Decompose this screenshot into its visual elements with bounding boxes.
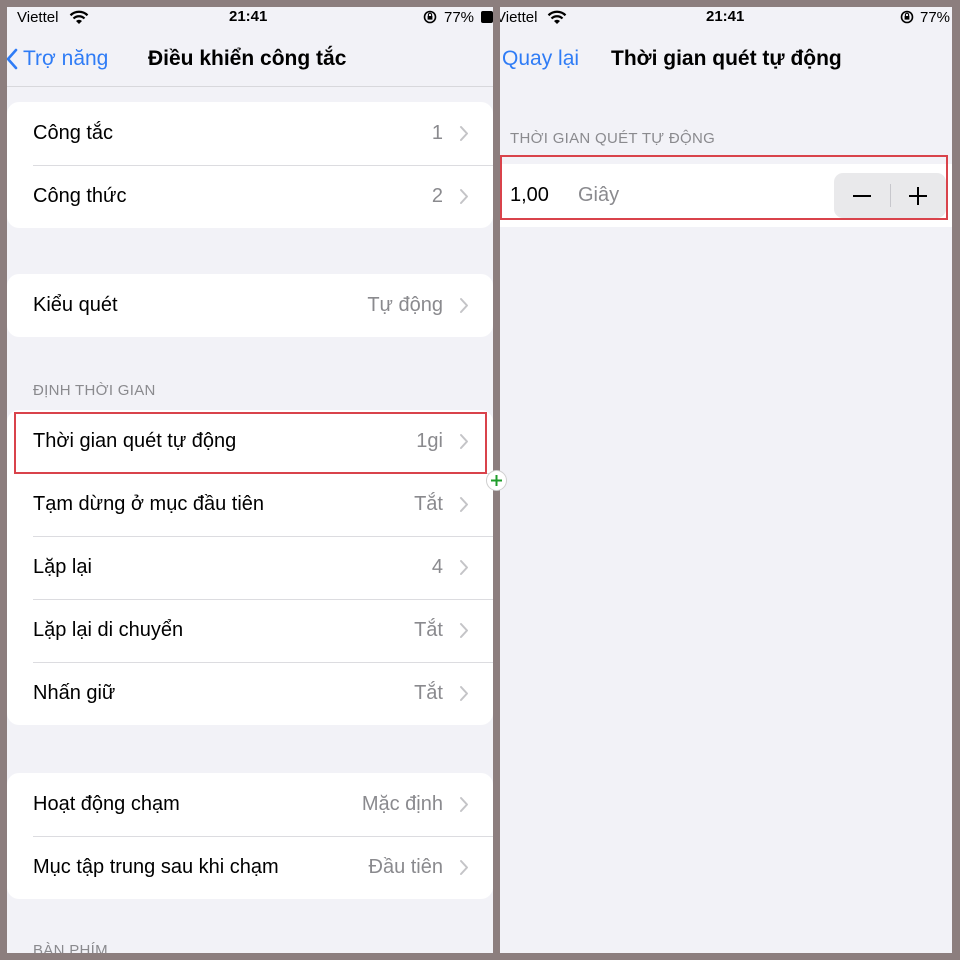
row-switches[interactable]: Công tắc 1 <box>7 102 493 165</box>
row-label: Lặp lại <box>33 556 92 578</box>
chevron-right-icon <box>460 560 468 575</box>
wifi-icon <box>69 10 89 24</box>
row-value: Mặc định <box>361 793 443 815</box>
highlight-box <box>500 155 948 220</box>
row-loops[interactable]: Lặp lại 4 <box>7 536 493 599</box>
row-focused-item-after-tap[interactable]: Mục tập trung sau khi chạm Đầu tiên <box>7 836 493 899</box>
nav-divider <box>7 86 493 87</box>
chevron-right-icon <box>460 189 468 204</box>
page-title: Thời gian quét tự động <box>611 47 842 70</box>
chevron-right-icon <box>460 298 468 313</box>
battery-icon <box>481 11 493 23</box>
settings-group-scanning-style: Kiểu quét Tự động <box>7 274 493 337</box>
row-label: Mục tập trung sau khi chạm <box>33 856 279 878</box>
row-label: Tạm dừng ở mục đầu tiên <box>33 493 265 515</box>
left-screen: Viettel 21:41 77% Trợ năng Điều khiển cô… <box>7 7 493 953</box>
row-label: Công thức <box>33 185 127 207</box>
row-value: Tự động <box>367 294 443 316</box>
row-value: Tắt <box>414 682 443 704</box>
page-title: Điều khiển công tắc <box>148 47 347 70</box>
back-button[interactable]: Trợ năng <box>7 47 108 71</box>
clock: 21:41 <box>706 8 745 25</box>
row-label: Hoạt động chạm <box>33 793 180 815</box>
row-label: Kiểu quét <box>33 294 118 316</box>
clock: 21:41 <box>229 8 268 25</box>
row-value: 4 <box>431 556 443 578</box>
chevron-left-icon <box>7 48 18 70</box>
split-plus-icon <box>486 470 507 491</box>
row-label: Công tắc <box>33 122 114 144</box>
section-header-timing: ĐỊNH THỜI GIAN <box>33 382 156 399</box>
row-value: 2 <box>431 185 443 207</box>
row-value: Đầu tiên <box>368 856 444 878</box>
row-move-repeat[interactable]: Lặp lại di chuyển Tắt <box>7 599 493 662</box>
row-tap-behavior[interactable]: Hoạt động chạm Mặc định <box>7 773 493 836</box>
chevron-right-icon <box>460 797 468 812</box>
back-label: Trợ năng <box>23 47 109 70</box>
section-header-keyboard: BÀN PHÍM <box>33 942 108 953</box>
row-label: Lặp lại di chuyển <box>33 619 184 641</box>
chevron-right-icon <box>460 497 468 512</box>
chevron-right-icon <box>460 623 468 638</box>
settings-group-switches: Công tắc 1 Công thức 2 <box>7 102 493 228</box>
status-bar: Viettel 21:41 77% <box>7 7 493 29</box>
chevron-right-icon <box>460 860 468 875</box>
row-pause-on-first-item[interactable]: Tạm dừng ở mục đầu tiên Tắt <box>7 473 493 536</box>
rotation-lock-icon <box>900 10 914 24</box>
chevron-right-icon <box>460 126 468 141</box>
chevron-right-icon <box>460 686 468 701</box>
row-value: Tắt <box>414 493 443 515</box>
nav-bar: Trợ năng Điều khiển công tắc <box>7 37 493 81</box>
row-label: Nhấn giữ <box>33 682 116 704</box>
section-header-auto-scanning-time: THỜI GIAN QUÉT TỰ ĐỘNG <box>510 130 716 147</box>
row-value: 1 <box>431 122 443 144</box>
battery-percent: 77% <box>920 9 951 26</box>
back-button[interactable]: Quay lại <box>502 47 579 71</box>
row-recipes[interactable]: Công thức 2 <box>7 165 493 228</box>
carrier-label: Viettel <box>500 9 538 26</box>
row-long-press[interactable]: Nhấn giữ Tắt <box>7 662 493 725</box>
battery-percent: 77% <box>444 9 475 26</box>
right-screen: Viettel 21:41 77% Quay lại Thời gian qué… <box>500 7 952 953</box>
nav-bar: Quay lại Thời gian quét tự động <box>500 37 952 81</box>
carrier-label: Viettel <box>17 9 59 26</box>
status-bar: Viettel 21:41 77% <box>500 7 952 29</box>
rotation-lock-icon <box>423 10 437 24</box>
highlight-box <box>14 412 487 474</box>
back-label: Quay lại <box>502 47 580 70</box>
wifi-icon <box>547 10 567 24</box>
row-value: Tắt <box>414 619 443 641</box>
row-scanning-style[interactable]: Kiểu quét Tự động <box>7 274 493 337</box>
settings-group-tap-behavior: Hoạt động chạm Mặc định Mục tập trung sa… <box>7 773 493 899</box>
